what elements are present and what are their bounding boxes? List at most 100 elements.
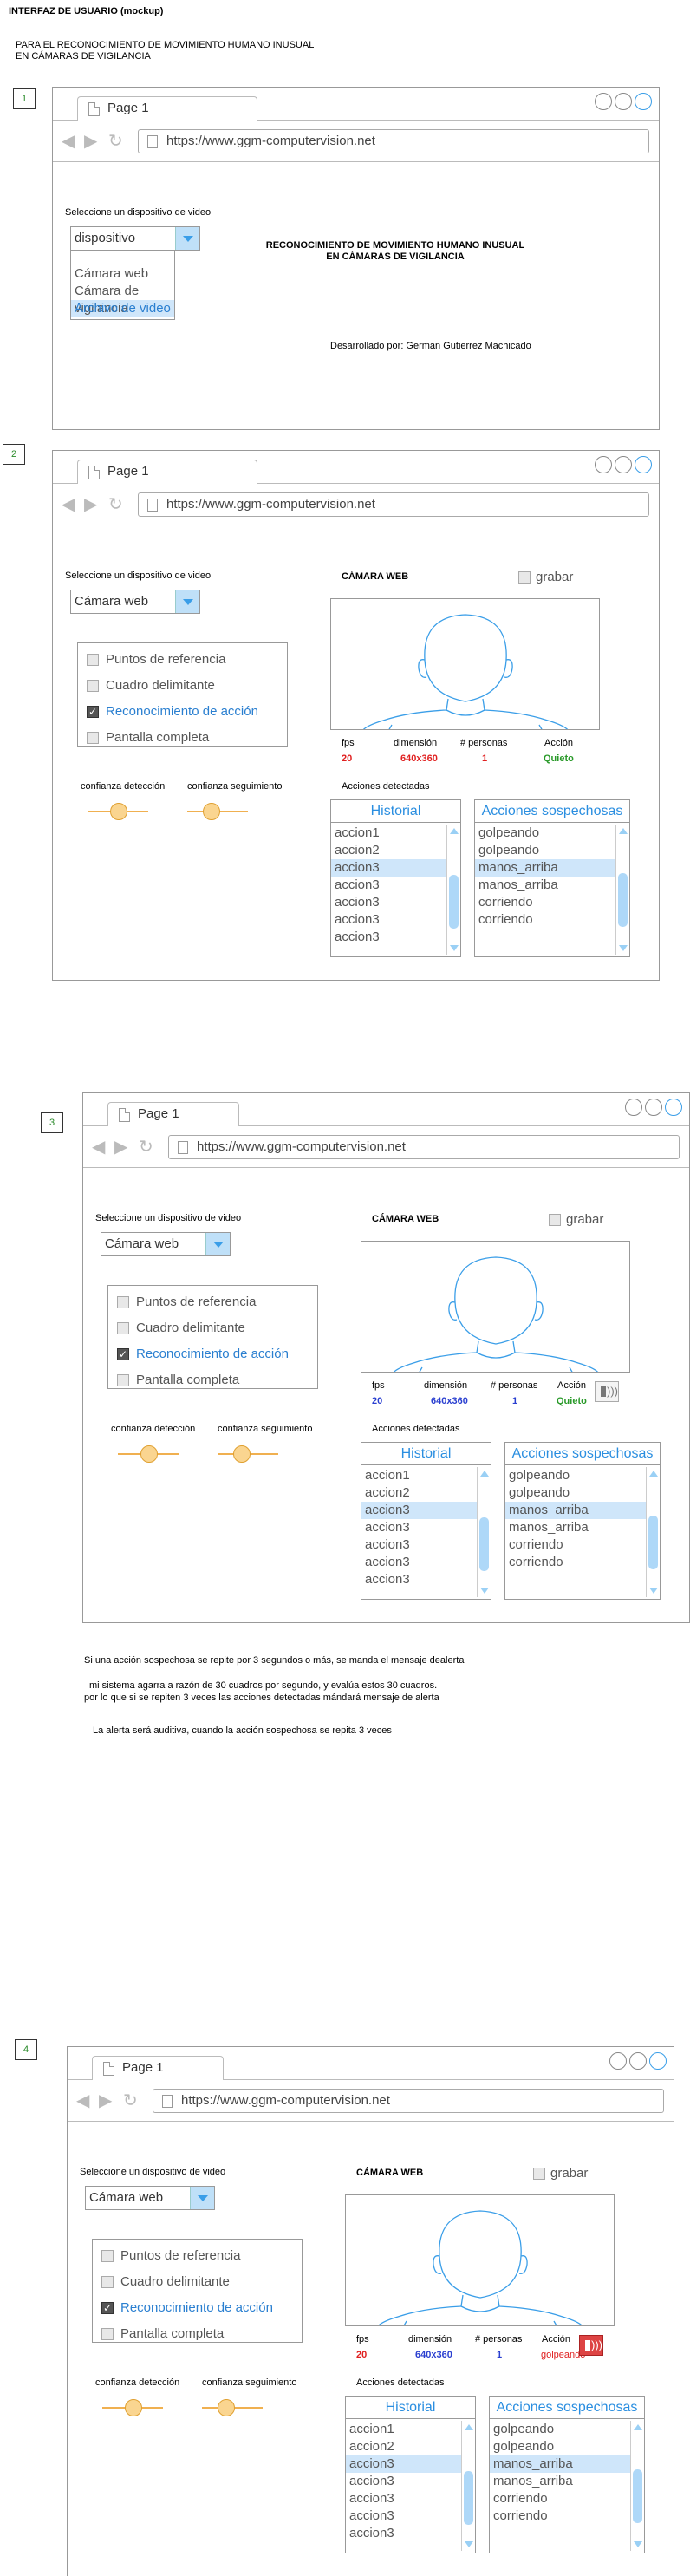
forward-icon[interactable]: ▶ [84, 496, 97, 513]
chevron-down-icon[interactable] [190, 2187, 214, 2209]
address-bar[interactable]: https://www.ggm-computervision.net [153, 2089, 664, 2113]
option-action-recognition[interactable]: Reconocimiento de acción [101, 2300, 273, 2316]
address-bar[interactable]: https://www.ggm-computervision.net [168, 1135, 680, 1159]
scroll-thumb[interactable] [479, 1517, 489, 1571]
list-item[interactable]: accion3 [346, 2473, 461, 2490]
scroll-down-icon[interactable] [450, 945, 459, 951]
option-bounding-box[interactable]: Cuadro delimitante [87, 678, 215, 694]
list-item[interactable]: corriendo [490, 2508, 630, 2525]
address-bar[interactable]: https://www.ggm-computervision.net [138, 129, 649, 153]
checkbox[interactable] [117, 1322, 129, 1334]
scroll-thumb[interactable] [464, 2471, 473, 2525]
minimize-button[interactable] [625, 1099, 642, 1116]
scrollbar[interactable] [615, 825, 629, 955]
list-item[interactable]: golpeando [475, 825, 615, 842]
list-item[interactable]: accion3 [331, 929, 446, 946]
forward-icon[interactable]: ▶ [99, 2092, 112, 2110]
checkbox[interactable] [549, 1214, 561, 1226]
minimize-button[interactable] [595, 93, 612, 110]
maximize-button[interactable] [615, 93, 632, 110]
record-checkbox[interactable]: grabar [518, 570, 573, 585]
list-item[interactable]: accion3 [331, 877, 446, 894]
scroll-up-icon[interactable] [450, 828, 459, 834]
list-item[interactable]: accion2 [361, 1484, 477, 1502]
checkbox-checked[interactable] [101, 2300, 114, 2316]
list-item[interactable]: golpeando [490, 2438, 630, 2455]
scroll-thumb[interactable] [633, 2469, 642, 2523]
scroll-up-icon[interactable] [480, 1471, 489, 1477]
list-item[interactable]: accion1 [361, 1467, 477, 1484]
list-item[interactable]: accion3 [361, 1554, 477, 1571]
reload-icon[interactable]: ↻ [108, 133, 123, 150]
scroll-thumb[interactable] [449, 875, 459, 929]
reload-icon[interactable]: ↻ [123, 2092, 138, 2110]
device-select[interactable]: Cámara web [70, 590, 200, 614]
list-item[interactable]: accion1 [346, 2421, 461, 2438]
browser-tab[interactable]: Page 1 [92, 2056, 224, 2080]
chevron-down-icon[interactable] [175, 227, 199, 250]
list-item[interactable]: golpeando [505, 1484, 646, 1502]
checkbox[interactable] [87, 654, 99, 666]
list-item[interactable]: corriendo [505, 1536, 646, 1554]
option-fullscreen[interactable]: Pantalla completa [87, 730, 209, 746]
record-checkbox[interactable]: grabar [533, 2166, 588, 2181]
speaker-icon[interactable]: ))) [595, 1381, 619, 1402]
record-checkbox[interactable]: grabar [549, 1212, 603, 1228]
scroll-down-icon[interactable] [619, 945, 628, 951]
slider-knob[interactable] [110, 803, 127, 820]
scroll-down-icon[interactable] [634, 2541, 642, 2547]
scrollbar[interactable] [630, 2421, 644, 2551]
scroll-up-icon[interactable] [465, 2424, 473, 2430]
checkbox-checked[interactable] [87, 704, 99, 720]
browser-tab[interactable]: Page 1 [107, 1102, 239, 1126]
scroll-down-icon[interactable] [649, 1588, 658, 1594]
slider-knob[interactable] [125, 2399, 142, 2416]
dropdown-option-surveillance[interactable]: Cámara de vigilancia [71, 283, 174, 316]
option-action-recognition[interactable]: Reconocimiento de acción [87, 704, 258, 720]
list-item[interactable]: accion3 [361, 1536, 477, 1554]
list-item[interactable]: accion2 [331, 842, 446, 859]
close-button[interactable] [635, 93, 652, 110]
browser-tab[interactable]: Page 1 [77, 96, 257, 121]
checkbox[interactable] [87, 732, 99, 744]
slider-knob[interactable] [203, 803, 220, 820]
confidence-tracking-slider[interactable] [187, 803, 248, 820]
list-item[interactable]: accion3 [361, 1571, 477, 1588]
chevron-down-icon[interactable] [175, 590, 199, 613]
scroll-thumb[interactable] [648, 1516, 658, 1569]
list-item[interactable]: golpeando [475, 842, 615, 859]
maximize-button[interactable] [645, 1099, 662, 1116]
speaker-alert-icon[interactable]: ))) [579, 2335, 603, 2356]
list-item[interactable]: golpeando [505, 1467, 646, 1484]
list-item[interactable]: manos_arriba [475, 859, 615, 877]
option-reference-points[interactable]: Puntos de referencia [87, 652, 225, 668]
close-button[interactable] [649, 2052, 667, 2070]
option-bounding-box[interactable]: Cuadro delimitante [101, 2274, 230, 2290]
list-item[interactable]: manos_arriba [505, 1519, 646, 1536]
checkbox[interactable] [101, 2328, 114, 2340]
back-icon[interactable]: ◀ [62, 133, 75, 150]
reload-icon[interactable]: ↻ [108, 496, 123, 513]
checkbox[interactable] [117, 1296, 129, 1308]
list-item[interactable]: accion3 [346, 2508, 461, 2525]
browser-tab[interactable]: Page 1 [77, 460, 257, 484]
scroll-up-icon[interactable] [619, 828, 628, 834]
minimize-button[interactable] [609, 2052, 627, 2070]
checkbox[interactable] [533, 2168, 545, 2180]
checkbox[interactable] [87, 680, 99, 692]
list-item[interactable]: corriendo [475, 911, 615, 929]
checkbox[interactable] [101, 2250, 114, 2262]
list-item[interactable]: manos_arriba [505, 1502, 646, 1519]
list-item[interactable]: manos_arriba [490, 2455, 630, 2473]
confidence-detection-slider[interactable] [102, 2399, 163, 2416]
list-item[interactable]: accion3 [331, 894, 446, 911]
maximize-button[interactable] [629, 2052, 647, 2070]
checkbox[interactable] [117, 1374, 129, 1386]
dropdown-option-videofile[interactable]: Archivo de video [71, 300, 174, 317]
list-item[interactable]: accion3 [346, 2455, 461, 2473]
minimize-button[interactable] [595, 456, 612, 473]
list-item[interactable]: corriendo [490, 2490, 630, 2508]
list-item[interactable]: accion3 [361, 1502, 477, 1519]
maximize-button[interactable] [615, 456, 632, 473]
close-button[interactable] [665, 1099, 682, 1116]
